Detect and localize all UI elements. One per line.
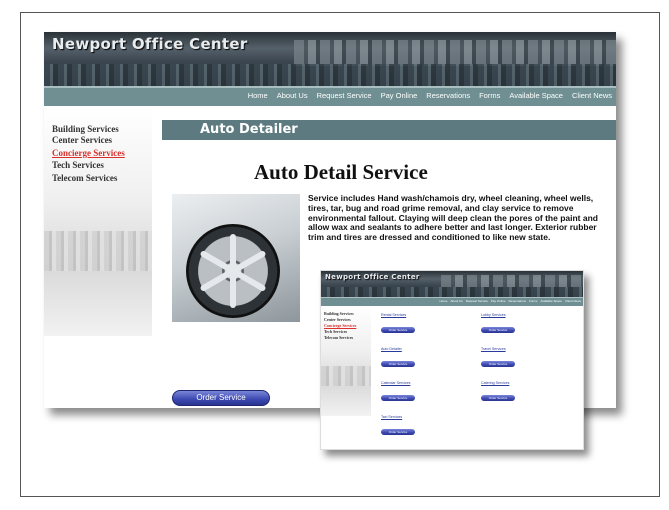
inset-order-service-button[interactable]: Order Service [481,395,515,401]
inset-nav-home[interactable]: Home [439,299,447,303]
inset-sidebar-item-tech-services[interactable]: Tech Services [324,329,347,334]
inset-nav-about-us[interactable]: About Us [450,299,462,303]
inset-nav-request-service[interactable]: Request Service [466,299,488,303]
inset-order-service-button[interactable]: Order Service [381,429,415,435]
inset-nav-client-news[interactable]: Client News [565,299,581,303]
inset-nav-pay-online[interactable]: Pay Online [491,299,506,303]
nav-client-news[interactable]: Client News [572,91,612,100]
nav-reservations[interactable]: Reservations [426,91,470,100]
inset-category-link[interactable]: Calendar Services [381,381,410,385]
inset-sidebar-item-concierge-services[interactable]: Concierge Services [324,323,356,328]
order-service-button[interactable]: Order Service [172,390,270,406]
page-heading: Auto Detail Service [254,160,428,184]
sidebar-item-center-services[interactable]: Center Services [52,135,112,145]
inset-order-service-button[interactable]: Order Service [481,361,515,367]
nav-home[interactable]: Home [248,91,268,100]
inset-page-screenshot: Newport Office Center Home About Us Requ… [320,270,584,450]
inset-category-link[interactable]: Catering Services [481,381,509,385]
inset-top-navigation: Home About Us Request Service Pay Online… [321,297,583,306]
car-wheel-image [172,194,300,322]
banner-harbor-image [44,64,616,86]
inset-category-link[interactable]: Travel Services [481,347,506,351]
inset-category-link[interactable]: Taxi Services [381,415,402,419]
inset-sidebar-skyline-image [321,366,371,386]
inset-sidebar-item-building-services[interactable]: Building Services [324,311,354,316]
nav-pay-online[interactable]: Pay Online [381,91,418,100]
sidebar-item-concierge-services[interactable]: Concierge Services [52,148,125,158]
inset-banner-harbor-image [321,287,583,297]
nav-available-space[interactable]: Available Space [509,91,563,100]
site-title: Newport Office Center [52,35,248,53]
section-title-bar: Auto Detailer [162,120,616,140]
sidebar-skyline-image [44,231,152,271]
inset-order-service-button[interactable]: Order Service [381,327,415,333]
section-title: Auto Detailer [200,122,298,137]
site-banner: Newport Office Center [44,32,616,86]
banner-skyline-image [294,40,616,66]
sidebar-item-tech-services[interactable]: Tech Services [52,160,104,170]
nav-forms[interactable]: Forms [479,91,500,100]
sidebar-item-telecom-services[interactable]: Telecom Services [52,173,117,183]
sidebar-item-building-services[interactable]: Building Services [52,124,119,134]
inset-site-banner: Newport Office Center [321,271,583,297]
inset-category-link[interactable]: Rental Services [381,313,406,317]
inset-category-link[interactable]: Auto Detailer [381,347,402,351]
top-navigation: Home About Us Request Service Pay Online… [44,86,616,106]
inset-sidebar-item-telecom-services[interactable]: Telecom Services [324,335,353,340]
inset-nav-reservations[interactable]: Reservations [509,299,527,303]
nav-about-us[interactable]: About Us [277,91,308,100]
wheel-icon [186,224,280,318]
inset-category-link[interactable]: Lobby Services [481,313,506,317]
inset-sidebar-item-center-services[interactable]: Center Services [324,317,351,322]
inset-order-service-button[interactable]: Order Service [381,395,415,401]
sidebar-footer [44,336,152,408]
inset-site-title: Newport Office Center [325,273,420,281]
inset-nav-forms[interactable]: Forms [529,299,538,303]
service-description: Service includes Hand wash/chamois dry, … [308,193,598,243]
inset-banner-skyline-image [441,275,583,287]
inset-order-service-button[interactable]: Order Service [481,327,515,333]
nav-request-service[interactable]: Request Service [317,91,372,100]
inset-order-service-button[interactable]: Order Service [381,361,415,367]
inset-nav-available-space[interactable]: Available Space [541,299,562,303]
